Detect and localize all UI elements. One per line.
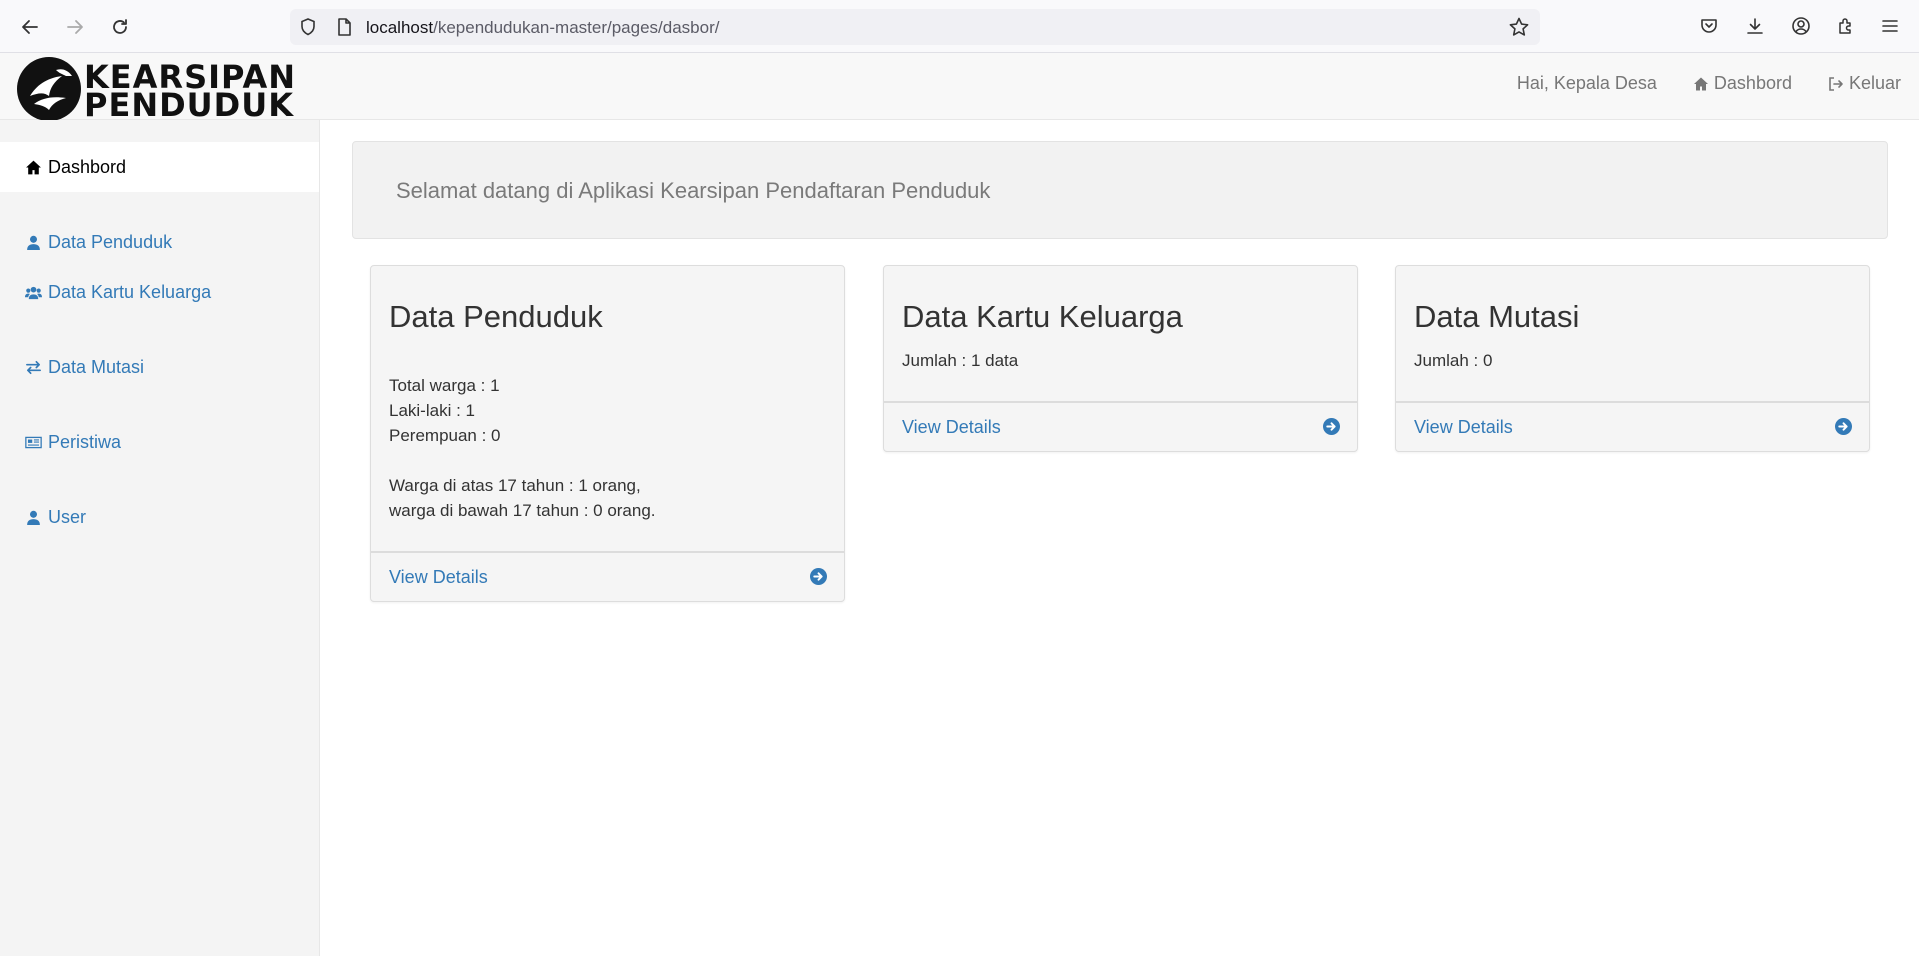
sidebar-item-data-kartu-keluarga[interactable]: Data Kartu Keluarga xyxy=(0,267,319,317)
panel-footer[interactable]: View Details xyxy=(1396,401,1869,451)
sidebar-item-label: User xyxy=(48,506,87,527)
sidebar-item-peristiwa[interactable]: Peristiwa xyxy=(0,417,319,467)
shield-icon[interactable] xyxy=(298,17,318,37)
address-bar[interactable]: localhost/kependudukan-master/pages/dasb… xyxy=(290,9,1540,45)
sidebar-item-label: Dashbord xyxy=(48,156,127,177)
panel-data-kartu-keluarga: Data Kartu Keluarga Jumlah : 1 data View… xyxy=(883,265,1358,452)
perempuan-count: Perempuan : 0 xyxy=(389,426,501,445)
sidebar-item-label: Data Penduduk xyxy=(48,231,173,252)
sidebar: Dashbord Data Penduduk Data Kartu Keluar… xyxy=(0,120,320,956)
browser-toolbar: localhost/kependudukan-master/pages/dasb… xyxy=(0,0,1919,53)
sidebar-item-label: Data Kartu Keluarga xyxy=(48,281,212,302)
sidebar-item-user[interactable]: User xyxy=(0,492,319,542)
panel-data-mutasi: Data Mutasi Jumlah : 0 View Details xyxy=(1395,265,1870,452)
top-nav: Hai, Kepala Desa Dashbord Keluar xyxy=(1517,73,1901,94)
pocket-icon xyxy=(1701,19,1717,33)
hamburger-icon xyxy=(1882,20,1898,32)
sidebar-item-data-penduduk[interactable]: Data Penduduk xyxy=(0,217,319,267)
sidebar-item-label: Peristiwa xyxy=(48,431,122,452)
welcome-text: Selamat datang di Aplikasi Kearsipan Pen… xyxy=(396,178,991,203)
account-icon xyxy=(1792,17,1810,35)
bookmark-star-icon[interactable] xyxy=(1508,16,1530,38)
panel-title: Data Kartu Keluarga xyxy=(902,299,1183,334)
url-path: /kependudukan-master/pages/dasbor/ xyxy=(433,18,720,37)
pocket-button[interactable] xyxy=(1697,14,1721,38)
panel-title: Data Mutasi xyxy=(1414,299,1580,334)
app-header: KEARSIPAN PENDUDUK Hai, Kepala Desa Dash… xyxy=(0,53,1919,124)
total-warga: Total warga : 1 xyxy=(389,376,500,395)
download-icon xyxy=(1747,18,1763,34)
reload-button[interactable] xyxy=(105,12,135,42)
arrow-circle-right-icon[interactable] xyxy=(1323,418,1340,435)
eagle-logo-icon xyxy=(17,57,81,121)
home-icon xyxy=(1693,77,1708,90)
downloads-button[interactable] xyxy=(1743,14,1767,38)
warga-bawah-17: warga di bawah 17 tahun : 0 orang. xyxy=(389,501,656,520)
panel-data-penduduk: Data Penduduk Total warga : 1 Laki-laki … xyxy=(370,265,845,602)
panel-footer[interactable]: View Details xyxy=(884,401,1357,451)
logo[interactable]: KEARSIPAN PENDUDUK xyxy=(16,56,295,124)
menu-button[interactable] xyxy=(1878,14,1902,38)
puzzle-icon xyxy=(1839,18,1851,34)
logo-text-bottom: PENDUDUK xyxy=(84,86,294,124)
jumlah-mutasi: Jumlah : 0 xyxy=(1414,351,1493,370)
panel-title: Data Penduduk xyxy=(389,299,603,334)
page-icon[interactable] xyxy=(334,17,354,37)
welcome-jumbotron: Selamat datang di Aplikasi Kearsipan Pen… xyxy=(352,141,1888,239)
sign-out-icon xyxy=(1829,76,1843,91)
arrow-circle-right-icon[interactable] xyxy=(1835,418,1852,435)
warga-atas-17: Warga di atas 17 tahun : 1 orang, xyxy=(389,476,641,495)
home-icon xyxy=(26,160,41,174)
sidebar-item-dashboard[interactable]: Dashbord xyxy=(0,142,319,192)
arrow-left-icon xyxy=(22,20,38,34)
sidebar-item-data-mutasi[interactable]: Data Mutasi xyxy=(0,342,319,392)
view-details-link[interactable]: View Details xyxy=(902,417,1001,438)
newspaper-icon xyxy=(25,436,42,448)
users-icon xyxy=(25,286,42,299)
nav-dashboard-link[interactable]: Dashbord xyxy=(1693,73,1792,94)
url-host: localhost xyxy=(366,18,434,37)
reload-icon xyxy=(113,19,127,34)
greeting-text: Hai, Kepala Desa xyxy=(1516,73,1657,93)
logout-label: Keluar xyxy=(1848,73,1901,93)
panel-footer[interactable]: View Details xyxy=(371,551,844,601)
jumlah-kk: Jumlah : 1 data xyxy=(902,351,1019,370)
exchange-icon xyxy=(26,360,41,374)
nav-dashboard-label: Dashbord xyxy=(1713,73,1792,93)
extensions-button[interactable] xyxy=(1834,14,1858,38)
greeting[interactable]: Hai, Kepala Desa xyxy=(1517,73,1657,94)
sidebar-item-label: Data Mutasi xyxy=(48,356,145,377)
laki-laki-count: Laki-laki : 1 xyxy=(389,401,475,420)
back-button[interactable] xyxy=(15,12,45,42)
url-text[interactable]: localhost/kependudukan-master/pages/dasb… xyxy=(366,18,719,38)
arrow-right-icon xyxy=(67,20,83,34)
logout-link[interactable]: Keluar xyxy=(1828,73,1901,94)
account-button[interactable] xyxy=(1789,14,1813,38)
arrow-circle-right-icon[interactable] xyxy=(810,568,827,585)
forward-button[interactable] xyxy=(60,12,90,42)
user-icon xyxy=(27,235,40,250)
view-details-link[interactable]: View Details xyxy=(389,567,488,588)
view-details-link[interactable]: View Details xyxy=(1414,417,1513,438)
user-icon xyxy=(27,510,40,525)
